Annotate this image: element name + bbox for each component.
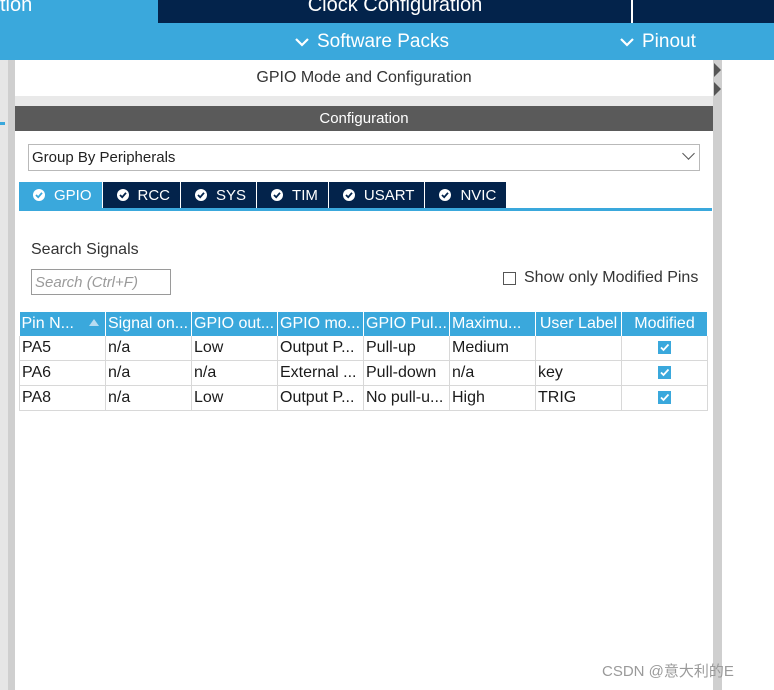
tab-label: NVIC — [460, 186, 497, 204]
tab-usart[interactable]: USART — [328, 182, 426, 208]
show-modified-checkbox[interactable]: Show only Modified Pins — [503, 269, 698, 287]
cell-modified — [621, 385, 708, 411]
chevron-down-icon — [620, 34, 634, 50]
column-header-gpio-mode[interactable]: GPIO mo... — [277, 312, 364, 336]
cell-max-speed: High — [449, 385, 536, 411]
pin-configuration-table: Pin N... Signal on... GPIO out... GPIO m… — [19, 312, 708, 411]
watermark: CSDN @意大利的E — [602, 663, 734, 680]
left-splitter[interactable] — [8, 60, 15, 690]
group-by-value: Group By Peripherals — [32, 149, 176, 166]
cell-user-label: TRIG — [535, 385, 622, 411]
top-tab-bar: tion Clock Configuration — [0, 0, 774, 23]
sort-ascending-icon — [89, 319, 99, 326]
cell-pin: PA8 — [19, 385, 106, 411]
cell-pin: PA6 — [19, 360, 106, 386]
tab-label: USART — [363, 186, 415, 204]
panel-title: GPIO Mode and Configuration — [15, 60, 713, 96]
cell-gpio-mode: Output P... — [277, 385, 364, 411]
column-header-signal[interactable]: Signal on... — [105, 312, 192, 336]
cell-modified — [621, 336, 708, 361]
cell-signal: n/a — [105, 336, 192, 361]
column-header-modified[interactable]: Modified — [621, 312, 708, 336]
tab-sys[interactable]: SYS — [181, 182, 258, 208]
pinout-menu[interactable]: Pinout — [620, 31, 696, 53]
right-panel-area — [722, 60, 774, 690]
panel-gap — [15, 96, 713, 106]
checkbox-box[interactable] — [503, 271, 516, 285]
table-row[interactable]: PA8 n/a Low Output P... No pull-u... Hig… — [19, 385, 708, 411]
tab-clock-configuration[interactable]: Clock Configuration — [160, 0, 630, 17]
tab-tim[interactable]: TIM — [257, 182, 329, 208]
cell-max-speed: n/a — [449, 360, 536, 386]
cell-gpio-output: n/a — [191, 360, 278, 386]
tab-pinout-configuration[interactable]: tion — [0, 0, 158, 23]
check-circle-icon — [439, 189, 452, 201]
cell-max-speed: Medium — [449, 336, 536, 361]
cell-signal: n/a — [105, 360, 192, 386]
table-header-row: Pin N... Signal on... GPIO out... GPIO m… — [19, 312, 708, 336]
tab-label: SYS — [216, 186, 247, 204]
cell-modified — [621, 360, 708, 386]
cell-gpio-output: Low — [191, 336, 278, 361]
tab-label: GPIO — [54, 186, 92, 204]
cell-user-label: key — [535, 360, 622, 386]
modified-checkbox[interactable] — [658, 391, 671, 405]
tab-gpio[interactable]: GPIO — [19, 182, 103, 208]
column-header-max-speed[interactable]: Maximu... — [449, 312, 536, 336]
column-header-gpio-output[interactable]: GPIO out... — [191, 312, 278, 336]
check-circle-icon — [33, 189, 45, 201]
column-header-pin-name[interactable]: Pin N... — [19, 312, 106, 336]
check-circle-icon — [116, 189, 129, 201]
software-packs-label: Software Packs — [317, 31, 449, 52]
tab-rcc[interactable]: RCC — [102, 182, 182, 208]
show-modified-label: Show only Modified Pins — [524, 269, 699, 286]
check-circle-icon — [271, 189, 284, 201]
expand-right-icon[interactable] — [714, 63, 721, 77]
software-packs-menu[interactable]: Software Packs — [295, 31, 449, 53]
cell-user-label — [535, 336, 622, 361]
cell-gpio-pull: Pull-up — [363, 336, 450, 361]
table-row[interactable]: PA5 n/a Low Output P... Pull-up Medium — [19, 336, 708, 361]
tab-divider — [631, 0, 633, 23]
tab-underline — [19, 208, 712, 211]
secondary-menu-bar: Software Packs Pinout — [0, 23, 774, 60]
chevron-down-icon — [295, 34, 309, 50]
right-splitter[interactable] — [713, 60, 722, 690]
search-signals-label: Search Signals — [31, 241, 139, 258]
left-panel-gutter — [0, 60, 8, 690]
column-header-gpio-pull[interactable]: GPIO Pul... — [363, 312, 450, 336]
cell-pin: PA5 — [19, 336, 106, 361]
tab-label: TIM — [292, 186, 318, 204]
cell-signal: n/a — [105, 385, 192, 411]
modified-checkbox[interactable] — [658, 366, 671, 380]
search-input[interactable] — [31, 269, 171, 295]
expand-right-icon[interactable] — [714, 82, 721, 96]
cell-gpio-pull: Pull-down — [363, 360, 450, 386]
tab-label: RCC — [137, 186, 171, 204]
cell-gpio-mode: External ... — [277, 360, 364, 386]
chevron-down-icon — [682, 147, 695, 160]
check-circle-icon — [195, 189, 208, 201]
group-by-select[interactable]: Group By Peripherals — [28, 144, 700, 171]
cell-gpio-mode: Output P... — [277, 336, 364, 361]
cell-gpio-output: Low — [191, 385, 278, 411]
configuration-header: Configuration — [15, 106, 713, 131]
table-row[interactable]: PA6 n/a n/a External ... Pull-down n/a k… — [19, 360, 708, 386]
tab-nvic[interactable]: NVIC — [425, 182, 508, 208]
left-panel-marker — [0, 122, 5, 125]
modified-checkbox[interactable] — [658, 341, 671, 355]
pinout-label: Pinout — [642, 31, 696, 52]
column-header-user-label[interactable]: User Label — [535, 312, 622, 336]
tab-label-partial: tion — [0, 0, 33, 16]
peripheral-tabs: GPIO RCC SYS TIM USART NVIC — [19, 182, 508, 208]
cell-gpio-pull: No pull-u... — [363, 385, 450, 411]
check-circle-icon — [342, 189, 355, 201]
